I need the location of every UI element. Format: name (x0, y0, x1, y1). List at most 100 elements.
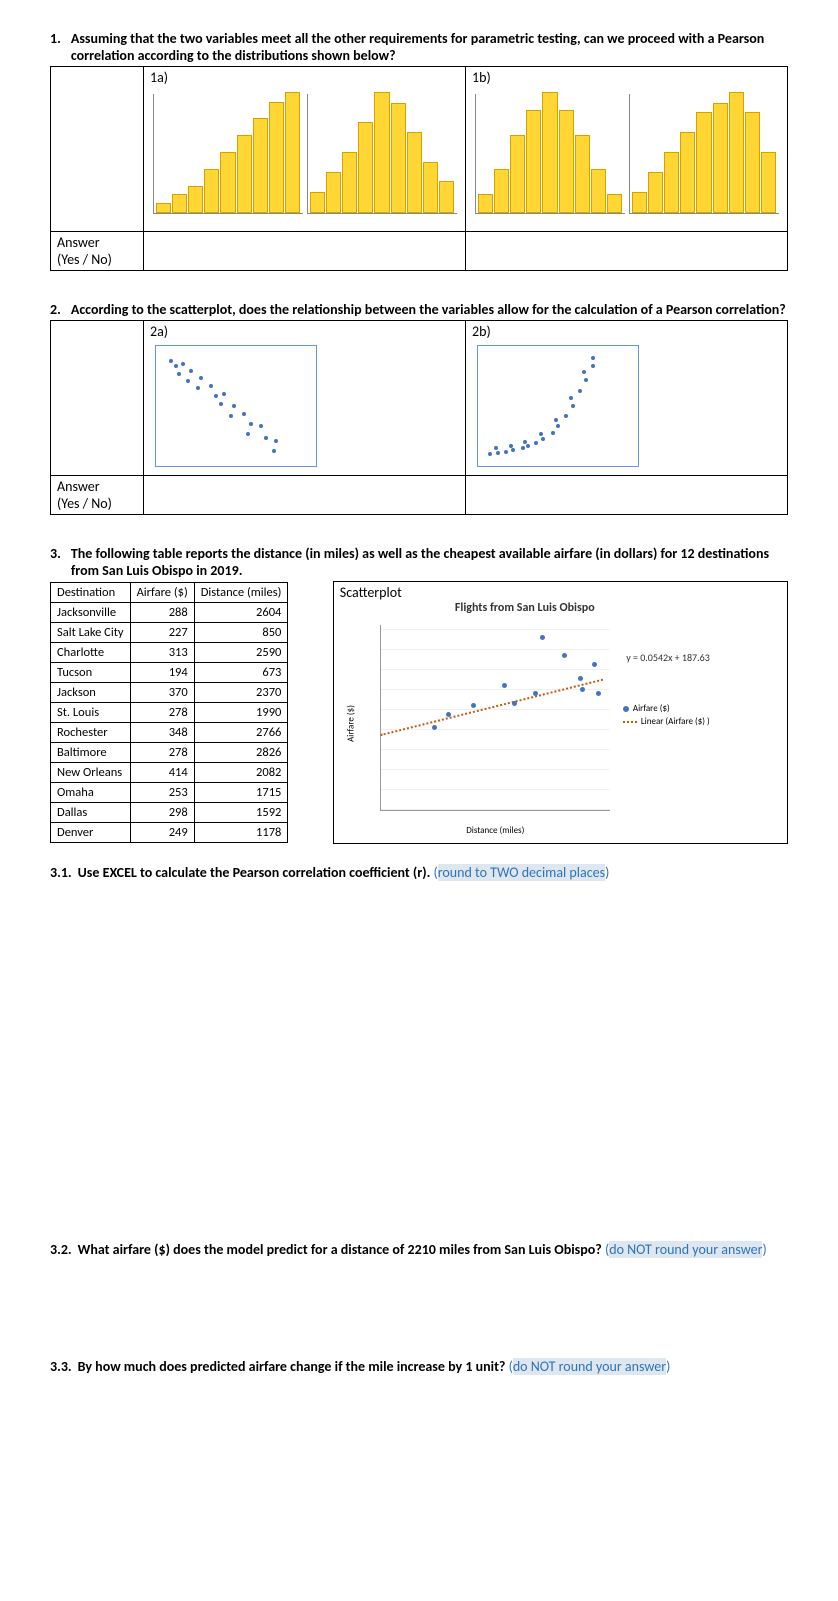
chart-equation: y = 0.0542x + 187.63 (626, 651, 710, 664)
q2a-answer-cell[interactable] (144, 476, 466, 515)
q3-1-text: Use EXCEL to calculate the Pearson corre… (78, 864, 434, 881)
q3-data-cell: Destination Airfare ($) Distance (miles)… (50, 582, 333, 844)
table-row: Rochester3482766 (51, 722, 288, 742)
q1-table: 1a) 1b) (50, 66, 788, 271)
table-row: Dallas2981592 (51, 802, 288, 822)
histogram-1a-left (153, 94, 303, 214)
histogram-1b-right (629, 94, 779, 214)
table-row: Baltimore2782826 (51, 742, 288, 762)
q3-1-hint: (round to TWO decimal places) (434, 864, 610, 881)
q2-blank-cell (51, 321, 144, 476)
cell-distance: 1592 (194, 802, 288, 822)
table-row: Jacksonville2882604 (51, 602, 288, 622)
chart-legend: Airfare ($) Linear (Airfare ($) ) (623, 701, 710, 729)
question-1: 1. Assuming that the two variables meet … (50, 30, 788, 271)
cell-dest: Baltimore (51, 742, 131, 762)
histogram-1b-left (475, 94, 625, 214)
data-point (512, 701, 517, 706)
cell-airfare: 249 (130, 822, 194, 842)
cell-airfare: 278 (130, 742, 194, 762)
q1b-histograms (472, 86, 781, 214)
q2-prompt: 2. According to the scatterplot, does th… (50, 301, 788, 318)
q1-prompt: 1. Assuming that the two variables meet … (50, 30, 788, 64)
q2b-label: 2b) (472, 323, 491, 340)
cell-distance: 2766 (194, 722, 288, 742)
q3-2-hint: (do NOT round your answer) (605, 1241, 767, 1258)
cell-distance: 1715 (194, 782, 288, 802)
q2b-cell: 2b) (466, 321, 788, 476)
data-point (592, 662, 597, 667)
cell-distance: 2370 (194, 682, 288, 702)
q1b-answer-cell[interactable] (466, 232, 788, 271)
q2-table: 2a) 2b) (50, 320, 788, 515)
q1b-cell: 1b) (466, 67, 788, 232)
q1b-label: 1b) (472, 69, 491, 86)
cell-airfare: 313 (130, 642, 194, 662)
q2-number: 2. (50, 301, 61, 318)
cell-distance: 850 (194, 622, 288, 642)
q3-3-body: By how much does predicted airfare chang… (78, 1358, 671, 1375)
q1-text: Assuming that the two variables meet all… (71, 30, 788, 64)
table-row: New Orleans4142082 (51, 762, 288, 782)
data-point (540, 635, 545, 640)
scatter-2a (155, 345, 317, 467)
question-2: 2. According to the scatterplot, does th… (50, 301, 788, 515)
scatter-2a-svg (156, 346, 316, 466)
q3-number: 3. (50, 545, 61, 579)
q2-answer-label-cell: Answer (Yes / No) (51, 476, 144, 515)
q3-2-num: 3.2. (50, 1241, 72, 1258)
legend-dot-icon (623, 706, 629, 712)
cell-dest: Tucson (51, 662, 131, 682)
q3-3-num: 3.3. (50, 1358, 72, 1375)
q3-3-hint: (do NOT round your answer) (509, 1358, 671, 1375)
data-point (580, 687, 585, 692)
cell-airfare: 298 (130, 802, 194, 822)
q1a-answer-cell[interactable] (144, 232, 466, 271)
q3-2-body: What airfare ($) does the model predict … (78, 1241, 767, 1258)
cell-airfare: 414 (130, 762, 194, 782)
histogram-1a-right (307, 94, 457, 214)
cell-dest: Rochester (51, 722, 131, 742)
legend-series: Airfare ($) (633, 703, 670, 714)
q2b-answer-cell[interactable] (466, 476, 788, 515)
q1-answer-label-cell: Answer (Yes / No) (51, 232, 144, 271)
q3-text: The following table reports the distance… (71, 545, 788, 579)
cell-dest: Salt Lake City (51, 622, 131, 642)
data-point (471, 703, 476, 708)
data-point (578, 676, 583, 681)
q3-3-text: By how much does predicted airfare chang… (78, 1358, 509, 1375)
chart-xlabel: Distance (miles) (466, 825, 524, 836)
q2-text: According to the scatterplot, does the r… (71, 301, 788, 318)
cell-dest: Omaha (51, 782, 131, 802)
trendline (380, 679, 603, 736)
spacer-1 (50, 881, 788, 1221)
legend-line-icon (623, 721, 637, 723)
scatter-2b-svg (478, 346, 638, 466)
q2-answer-text2: (Yes / No) (57, 495, 137, 512)
cell-airfare: 227 (130, 622, 194, 642)
q3-1-num: 3.1. (50, 864, 72, 881)
cell-distance: 673 (194, 662, 288, 682)
cell-distance: 1178 (194, 822, 288, 842)
table-row: Omaha2531715 (51, 782, 288, 802)
cell-dest: Dallas (51, 802, 131, 822)
q1-number: 1. (50, 30, 61, 64)
cell-dest: Jacksonville (51, 602, 131, 622)
q2-answer-text1: Answer (57, 478, 137, 495)
question-3: 3. The following table reports the dista… (50, 545, 788, 1375)
q3-2-text: What airfare ($) does the model predict … (78, 1241, 605, 1258)
q1a-label: 1a) (150, 69, 168, 86)
cell-distance: 2826 (194, 742, 288, 762)
hdr-distance: Distance (miles) (194, 582, 288, 602)
cell-dest: New Orleans (51, 762, 131, 782)
q1-answer-text2: (Yes / No) (57, 251, 137, 268)
q3-data-table: Destination Airfare ($) Distance (miles)… (50, 582, 288, 843)
q1a-histograms (150, 86, 459, 214)
cell-dest: Jackson (51, 682, 131, 702)
table-row: Tucson194673 (51, 662, 288, 682)
data-point (446, 712, 451, 717)
hdr-airfare: Airfare ($) (130, 582, 194, 602)
hdr-dest: Destination (51, 582, 131, 602)
q3-outer-table: Destination Airfare ($) Distance (miles)… (50, 581, 788, 844)
cell-distance: 1990 (194, 702, 288, 722)
